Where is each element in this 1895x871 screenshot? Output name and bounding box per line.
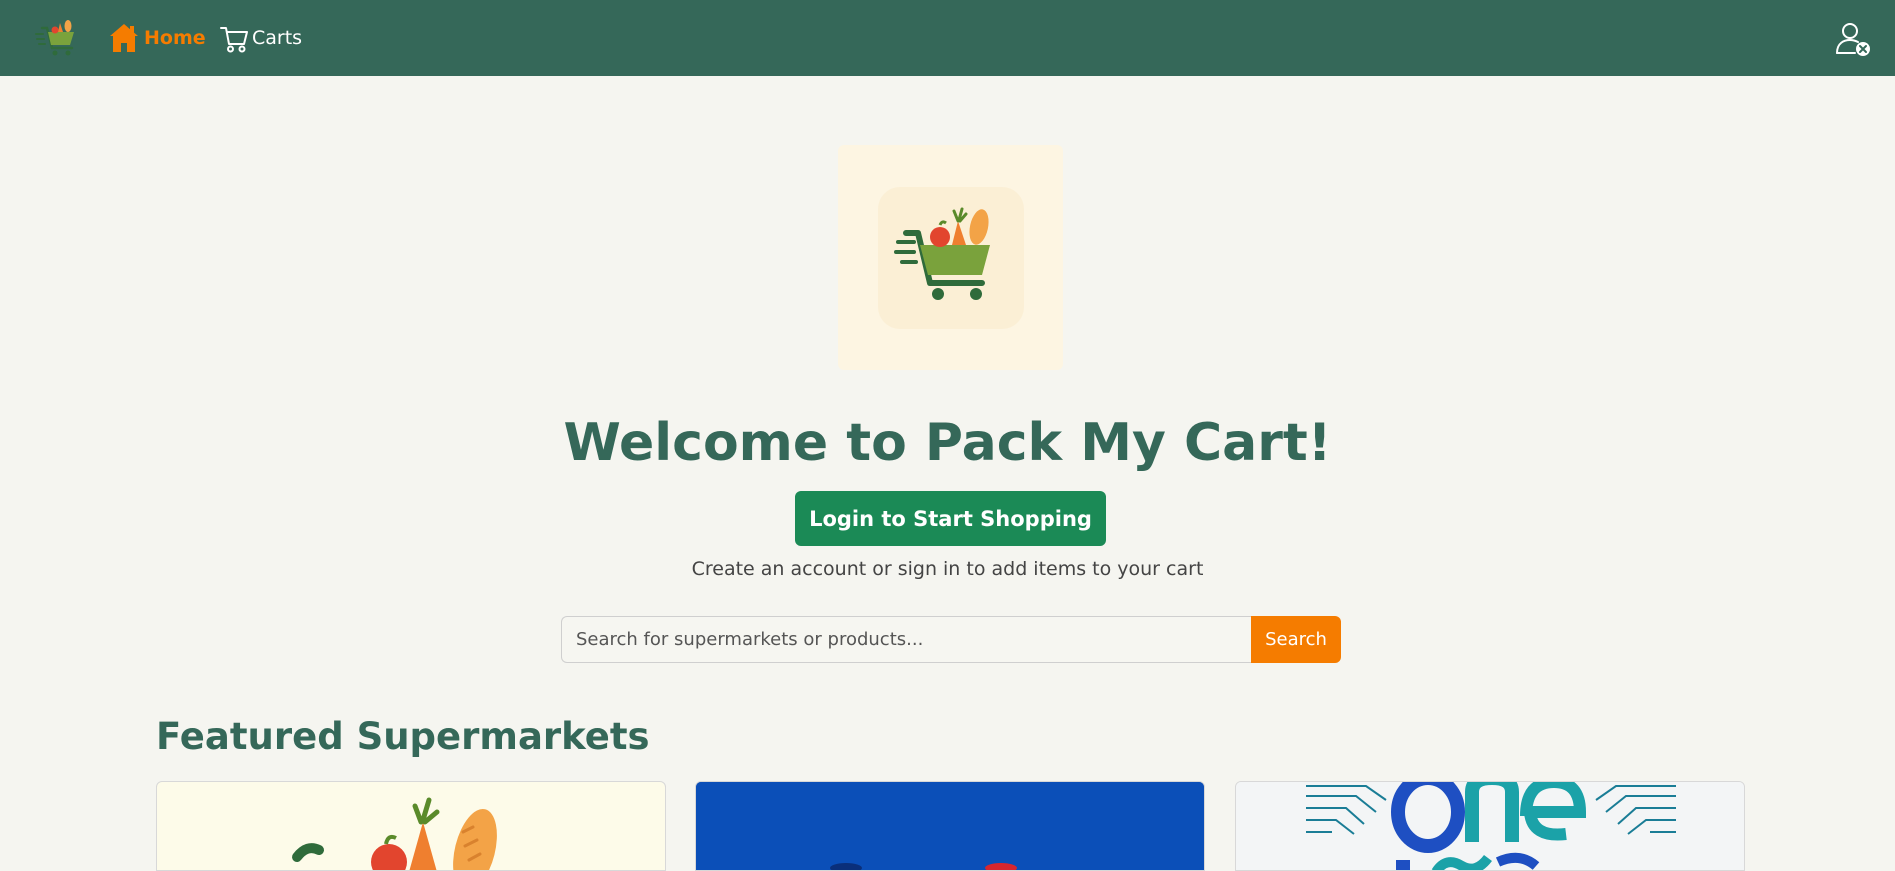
featured-supermarkets-heading: Featured Supermarkets bbox=[156, 715, 650, 758]
house-icon bbox=[110, 24, 138, 52]
user-logged-out-icon bbox=[1836, 23, 1870, 56]
nav-carts-link[interactable]: Carts bbox=[219, 0, 302, 76]
search-form: Search bbox=[561, 616, 1341, 663]
hero-logo bbox=[838, 145, 1063, 370]
supermarket-card[interactable] bbox=[1235, 781, 1745, 871]
welcome-title: Welcome to Pack My Cart! bbox=[563, 413, 1332, 473]
login-to-start-shopping-button[interactable]: Login to Start Shopping bbox=[795, 491, 1106, 546]
hero-logo-tile bbox=[878, 187, 1024, 329]
top-navbar: Home Carts bbox=[0, 0, 1895, 76]
user-menu-button[interactable] bbox=[1834, 20, 1872, 58]
login-hint-text: Create an account or sign in to add item… bbox=[691, 558, 1204, 580]
search-input[interactable] bbox=[561, 616, 1251, 663]
nav-home-link[interactable]: Home bbox=[107, 0, 206, 76]
supermarket-card[interactable] bbox=[156, 781, 666, 871]
nav-carts-label: Carts bbox=[252, 27, 303, 49]
cart-icon bbox=[220, 26, 248, 52]
blue-brand-logo-image bbox=[696, 782, 1204, 870]
shopping-cart-logo-icon bbox=[894, 207, 990, 300]
supermarket-card[interactable] bbox=[695, 781, 1205, 871]
nav-home-label: Home bbox=[144, 27, 206, 49]
search-button[interactable]: Search bbox=[1251, 616, 1341, 663]
shopping-cart-logo-icon bbox=[35, 20, 74, 56]
brand-logo-link[interactable] bbox=[34, 18, 78, 58]
grocery-logo-image bbox=[292, 797, 497, 870]
one-love-logo-image bbox=[1236, 782, 1744, 870]
